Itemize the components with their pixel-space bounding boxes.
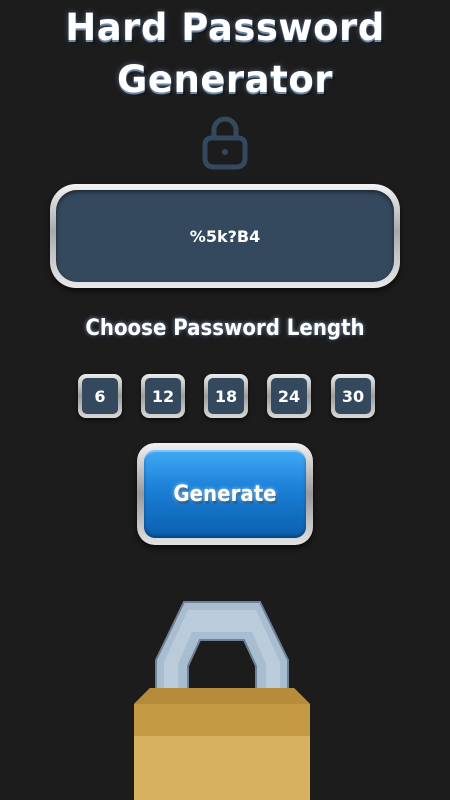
password-display-frame: %5k?B4 [50,184,400,288]
length-option-30[interactable]: 30 [331,374,375,418]
length-option-24-label: 24 [271,378,307,414]
lock-icon [202,116,248,170]
password-display: %5k?B4 [56,190,394,282]
length-option-18[interactable]: 18 [204,374,248,418]
length-option-12-label: 12 [145,378,181,414]
app-title-line-2: Generator [117,58,333,101]
length-option-30-label: 30 [335,378,371,414]
generate-button[interactable]: Generate [137,443,313,545]
generate-button-label: Generate [144,450,306,538]
length-option-6-label: 6 [82,378,118,414]
app-title-line-1: Hard Password [65,6,385,49]
length-option-6[interactable]: 6 [78,374,122,418]
length-option-18-label: 18 [208,378,244,414]
password-text[interactable]: %5k?B4 [190,227,260,246]
length-label: Choose Password Length [85,316,365,341]
length-option-24[interactable]: 24 [267,374,311,418]
length-option-12[interactable]: 12 [141,374,185,418]
padlock-illustration [134,601,310,800]
app-title: Hard Password Generator [0,2,450,106]
